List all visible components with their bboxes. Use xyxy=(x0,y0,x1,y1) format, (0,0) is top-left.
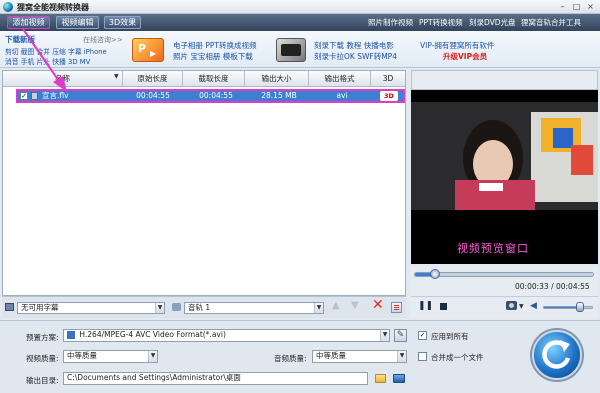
audio-quality-label: 音频质量: xyxy=(274,354,307,363)
column-clip-length[interactable]: 截取长度 xyxy=(183,71,245,87)
move-up-icon[interactable]: ▲ xyxy=(332,300,340,311)
settings-panel: 预置方案: H.264/MPEG-4 AVC Video Format(*.av… xyxy=(0,320,600,393)
preset-label: 预置方案: xyxy=(26,333,59,342)
format-icon xyxy=(67,331,75,339)
video-preview: 视频预览窗口 xyxy=(411,90,598,264)
seek-bar[interactable] xyxy=(414,272,594,277)
minimize-icon[interactable]: – xyxy=(558,2,567,11)
audio-track-select[interactable]: 音轨 1 ▼ xyxy=(184,302,324,314)
video-quality-select[interactable]: 中等质量 ▼ xyxy=(63,350,158,363)
chevron-down-icon[interactable]: ▼ xyxy=(397,351,406,362)
merge-label: 合并成一个文件 xyxy=(431,353,484,362)
chevron-down-icon[interactable]: ▼ xyxy=(380,330,389,341)
window-title: 狸窝全能视频转换器 xyxy=(17,3,89,12)
ppt-promo-line-1[interactable]: 电子相册 PPT转换成视频 xyxy=(173,40,257,51)
row-clip-length: 00:04:55 xyxy=(199,91,233,100)
open-folder-icon[interactable] xyxy=(393,374,405,383)
apply-all-label: 应用到所有 xyxy=(431,332,469,341)
preset-select[interactable]: H.264/MPEG-4 AVC Video Format(*.avi) ▼ xyxy=(63,329,390,342)
stop-icon[interactable] xyxy=(440,303,447,310)
row-original-length: 00:04:55 xyxy=(136,91,170,100)
settings-wrench-icon[interactable]: ✎ xyxy=(394,329,407,342)
list-footer: 无可用字幕 ▼ 音轨 1 ▼ ▲ ▼ ✕ xyxy=(2,296,406,318)
link-burn-dvd[interactable]: 刻录DVD光盘 xyxy=(469,17,516,28)
row-output-size: 28.15 MB xyxy=(261,91,297,100)
volume-slider[interactable] xyxy=(543,306,593,309)
move-down-icon[interactable]: ▼ xyxy=(351,300,359,311)
output-dir-label: 输出目录: xyxy=(26,376,59,385)
refresh-arrow-icon xyxy=(542,340,571,369)
column-output-format[interactable]: 输出格式 xyxy=(309,71,371,87)
sort-chevron-down-icon[interactable]: ▼ xyxy=(114,73,119,80)
maximize-icon[interactable]: □ xyxy=(572,2,581,11)
chevron-down-icon[interactable]: ▼ xyxy=(519,303,524,310)
row-3d-badge[interactable]: 3D xyxy=(380,91,398,101)
preview-header xyxy=(411,70,598,90)
snapshot-icon[interactable] xyxy=(506,301,517,310)
apply-all-checkbox[interactable]: ✓ xyxy=(418,331,427,340)
title-bar: 狸窝全能视频转换器 – □ × xyxy=(0,0,600,14)
karaoke-promo-line-2[interactable]: 刻录卡拉OK SWF转MP4 xyxy=(314,51,397,62)
video-quality-value: 中等质量 xyxy=(67,351,97,360)
audio-track-value: 音轨 1 xyxy=(188,303,211,312)
online-help-link[interactable]: 在线咨询>> xyxy=(83,35,123,45)
audio-quality-select[interactable]: 中等质量 ▼ xyxy=(312,350,407,363)
column-output-size[interactable]: 输出大小 xyxy=(245,71,309,87)
pause-icon[interactable]: ❚❚ xyxy=(418,301,433,311)
seek-area: 00:00:33 / 00:04:55 xyxy=(411,266,598,296)
link-photo-video[interactable]: 照片制作视频 xyxy=(368,17,413,28)
chevron-down-icon[interactable]: ▼ xyxy=(148,351,157,362)
link-ppt-video[interactable]: PPT转换视频 xyxy=(419,17,463,28)
subtitle-select[interactable]: 无可用字幕 ▼ xyxy=(17,302,165,314)
main-toolbar: 添加视频 视频编辑 3D效果 照片制作视频 PPT转换视频 刻录DVD光盘 狸窝… xyxy=(0,14,600,31)
effect-3d-button[interactable]: 3D效果 xyxy=(104,16,141,29)
subtitle-value: 无可用字幕 xyxy=(21,303,59,312)
output-dir-value: C:\Documents and Settings\Administrator\… xyxy=(67,373,241,382)
column-original-length[interactable]: 原始长度 xyxy=(123,71,183,87)
volume-level xyxy=(544,307,580,308)
row-output-format: avi xyxy=(336,91,348,100)
list-menu-icon[interactable] xyxy=(391,302,402,313)
volume-handle[interactable] xyxy=(576,302,584,312)
karaoke-promo-line-1[interactable]: 刻录下载 教程 快播电影 xyxy=(314,40,394,51)
player-controls: ❚❚ ▼ ◀ xyxy=(411,296,598,318)
close-icon[interactable]: × xyxy=(586,2,595,11)
app-logo-icon xyxy=(3,2,13,12)
seek-handle[interactable] xyxy=(429,269,440,279)
merge-checkbox[interactable] xyxy=(418,352,427,361)
promo-banner: 下载新版 在线咨询>> 剪切 截图 合并 压缩 字幕 iPhone 消音 手机 … xyxy=(0,31,600,68)
volume-icon[interactable]: ◀ xyxy=(530,301,537,311)
preview-frame-image xyxy=(411,90,598,210)
karaoke-promo-icon[interactable] xyxy=(276,38,306,62)
chevron-down-icon[interactable]: ▼ xyxy=(155,303,164,313)
time-display: 00:00:33 / 00:04:55 xyxy=(515,282,590,291)
subtitle-icon xyxy=(5,303,14,311)
pointer-arrow-icon xyxy=(22,28,67,92)
link-audio-merge[interactable]: 狸窝音轨合并工具 xyxy=(521,17,581,28)
delete-icon[interactable]: ✕ xyxy=(372,297,384,313)
chevron-down-icon[interactable]: ▼ xyxy=(314,303,323,313)
column-3d[interactable]: 3D xyxy=(371,71,405,87)
ppt-promo-icon[interactable]: P ▶ xyxy=(132,38,164,62)
output-dir-input[interactable]: C:\Documents and Settings\Administrator\… xyxy=(63,372,368,385)
app-window: 狸窝全能视频转换器 – □ × 添加视频 视频编辑 3D效果 照片制作视频 PP… xyxy=(0,0,600,393)
audio-quality-value: 中等质量 xyxy=(316,351,346,360)
file-list: 名称 ▼ 原始长度 截取长度 输出大小 输出格式 3D ✓ 宣言.flv 00:… xyxy=(2,70,406,296)
preview-overlay-text: 视频预览窗口 xyxy=(457,242,529,255)
video-quality-label: 视频质量: xyxy=(26,354,59,363)
audio-track-icon xyxy=(172,303,181,311)
preset-value: H.264/MPEG-4 AVC Video Format(*.avi) xyxy=(79,330,226,339)
vip-line-1[interactable]: VIP-拥有狸窝所有软件 xyxy=(420,40,494,51)
browse-folder-icon[interactable] xyxy=(375,374,386,383)
upgrade-vip-link[interactable]: 升级VIP会员 xyxy=(443,51,487,62)
ppt-promo-line-2[interactable]: 照片 宝宝相册 模板下载 xyxy=(173,51,253,62)
convert-button[interactable] xyxy=(532,330,582,380)
